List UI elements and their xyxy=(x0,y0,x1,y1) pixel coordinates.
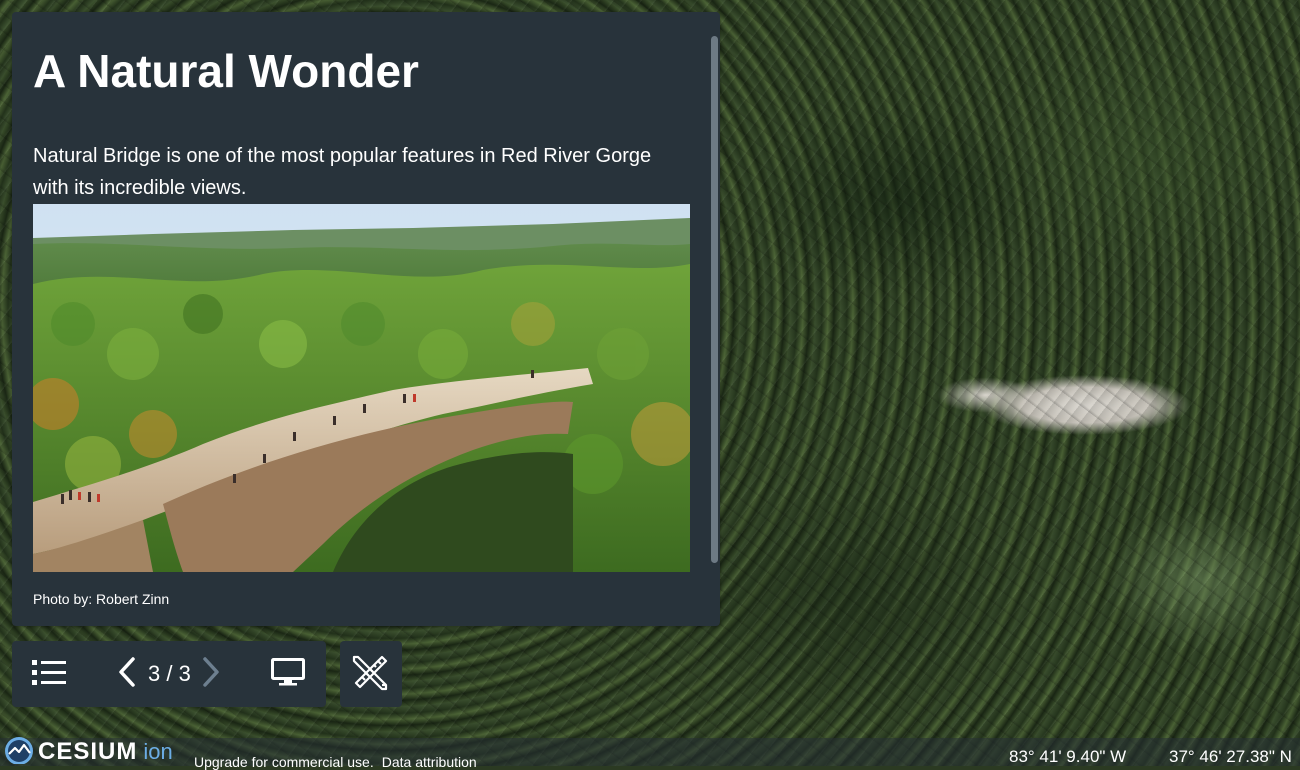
story-panel: A Natural Wonder Natural Bridge is one o… xyxy=(12,12,720,626)
story-photo xyxy=(33,204,690,572)
monitor-icon xyxy=(271,657,305,691)
cesium-logo-ion: ion xyxy=(143,739,173,764)
latitude-readout: 37° 46' 27.38" N xyxy=(1169,747,1292,766)
chevron-left-icon xyxy=(118,656,136,692)
previous-button[interactable] xyxy=(112,641,142,707)
measure-tools-button[interactable] xyxy=(340,641,402,707)
panel-scrollbar[interactable] xyxy=(711,36,718,563)
cesium-globe-icon xyxy=(2,736,36,769)
slide-counter: 3 / 3 xyxy=(148,661,191,686)
chevron-right-icon xyxy=(202,656,220,692)
list-icon xyxy=(32,659,66,690)
next-button[interactable] xyxy=(196,641,226,707)
story-description: Natural Bridge is one of the most popula… xyxy=(33,145,652,199)
data-attribution-link[interactable]: Data attribution xyxy=(382,754,477,770)
present-button[interactable] xyxy=(266,641,310,707)
cesium-logo[interactable]: CESIUM ion xyxy=(2,736,173,769)
ruler-pencil-icon xyxy=(352,653,390,696)
photo-caption: Photo by: Robert Zinn xyxy=(33,591,170,607)
list-button[interactable] xyxy=(24,641,74,707)
longitude-readout: 83° 41' 9.40" W xyxy=(1009,747,1127,766)
story-toolbar: 3 / 3 xyxy=(12,641,326,707)
cesium-logo-text: CESIUM xyxy=(38,738,138,765)
credit-links: Upgrade for commercial use. Data attribut… xyxy=(194,754,485,770)
story-title: A Natural Wonder xyxy=(33,45,419,97)
upgrade-link[interactable]: Upgrade for commercial use. xyxy=(194,754,374,770)
